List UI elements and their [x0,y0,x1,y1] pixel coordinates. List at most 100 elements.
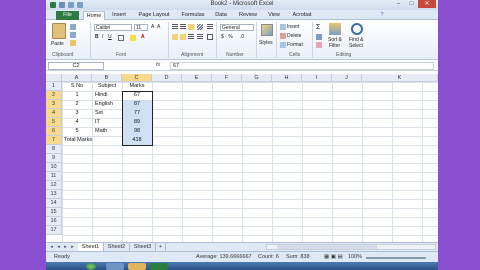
borders-icon[interactable] [118,35,124,41]
taskbar-excel-icon[interactable] [150,263,168,270]
tab-acrobat[interactable]: Acrobat [288,11,316,20]
wrap-text-icon[interactable] [207,24,213,30]
table-cell[interactable]: 98 [122,127,152,136]
table-cell[interactable]: 67 [122,91,152,100]
column-header[interactable]: F [212,74,242,82]
insert-label[interactable]: Insert [287,24,300,30]
view-buttons-icon[interactable]: ▦ ▣ ▤ [324,254,343,260]
column-header[interactable]: J [332,74,362,82]
taskbar-app-icon[interactable] [128,263,146,270]
last-sheet-icon[interactable]: ▸ [69,244,76,250]
table-cell[interactable]: IT [95,118,122,127]
column-header[interactable]: B [92,74,122,82]
cell-b1[interactable]: Subject [92,82,122,91]
styles-icon[interactable] [261,24,273,36]
sheet-tab[interactable]: Sheet3 [130,243,156,251]
table-cell[interactable]: 87 [122,100,152,109]
row-header[interactable]: 5 [46,118,62,127]
cell-c1[interactable]: Marks [122,82,152,91]
zoom-level[interactable]: 100% [348,254,362,260]
clear-icon[interactable] [316,42,322,48]
currency-icon[interactable]: $ · % [221,34,233,40]
tab-view[interactable]: View [264,11,284,20]
row-header[interactable]: 1 [46,82,62,91]
find-select-icon[interactable] [351,23,363,35]
first-sheet-icon[interactable]: ◂ [48,244,55,250]
font-size-combo[interactable]: 11 [134,24,148,31]
cell-a1[interactable]: S No [62,82,92,91]
tab-file[interactable]: File [56,11,79,20]
table-cell[interactable]: 1 [62,91,92,100]
autosum-icon[interactable]: Σ [316,24,320,31]
align-bottom-icon[interactable] [188,24,194,30]
fx-icon[interactable]: fx [156,62,160,68]
orientation-icon[interactable] [197,24,203,30]
column-header[interactable]: E [182,74,212,82]
row-header[interactable]: 17 [46,226,62,235]
align-middle-icon[interactable] [180,24,186,30]
column-header[interactable]: I [302,74,332,82]
find-select-label-2[interactable]: Select [349,43,363,49]
paste-icon[interactable] [52,23,66,39]
delete-label[interactable]: Delete [287,33,301,39]
tab-formulas[interactable]: Formulas [178,11,208,20]
fill-color-icon[interactable] [130,35,136,41]
row-header[interactable]: 2 [46,91,62,100]
total-value-cell[interactable]: 418 [122,136,152,145]
next-sheet-icon[interactable]: ▸ [62,244,69,250]
row-header[interactable]: 7 [46,136,62,145]
table-cell[interactable]: Hindi [95,91,122,100]
close-button[interactable]: ✕ [418,0,436,8]
maximize-button[interactable]: □ [405,0,418,8]
tab-data[interactable]: Data [211,11,231,20]
tab-page-layout[interactable]: Page Layout [134,11,174,20]
insert-sheet-icon[interactable]: + [156,243,166,251]
grow-font-icon[interactable]: A [151,24,154,30]
formula-input[interactable]: 67 [170,62,434,70]
prev-sheet-icon[interactable]: ◂ [55,244,62,250]
merge-center-icon[interactable] [207,34,213,40]
paste-label[interactable]: Paste [51,41,64,47]
italic-icon[interactable]: I [102,34,103,40]
align-left-icon[interactable] [172,34,178,40]
delete-cells-icon[interactable] [280,33,286,39]
row-header[interactable]: 13 [46,190,62,199]
table-cell[interactable]: 89 [122,118,152,127]
help-icon[interactable]: ? [378,11,386,20]
table-cell[interactable]: 2 [62,100,92,109]
tab-review[interactable]: Review [235,11,261,20]
tab-insert[interactable]: Insert [108,11,130,20]
fill-icon[interactable] [316,34,322,40]
row-header[interactable]: 6 [46,127,62,136]
minimize-button[interactable]: – [392,0,405,8]
decimal-icon[interactable]: .0 [240,34,244,40]
name-box[interactable]: C2 [48,62,104,70]
bold-icon[interactable]: B [95,34,99,40]
sort-filter-label-2[interactable]: Filter [329,43,340,49]
row-header[interactable]: 12 [46,181,62,190]
taskbar-app-icon[interactable] [106,263,124,270]
styles-label[interactable]: Styles [259,40,273,46]
font-name-combo[interactable]: Calibri [94,24,132,31]
format-painter-icon[interactable] [70,40,76,46]
table-cell[interactable]: Sst [95,109,122,118]
row-header[interactable]: 4 [46,109,62,118]
indent-icon[interactable] [197,34,203,40]
column-header[interactable]: A [62,74,92,82]
column-header[interactable]: D [152,74,182,82]
format-cells-icon[interactable] [280,42,286,48]
sheet-tab[interactable]: Sheet2 [104,243,130,251]
total-label-cell[interactable]: Total Marks [64,136,122,145]
start-button-icon[interactable] [86,263,96,270]
column-header[interactable]: C [122,74,152,82]
table-cell[interactable]: Math [95,127,122,136]
horizontal-scrollbar[interactable] [266,244,436,250]
select-all-corner[interactable] [46,74,62,82]
table-cell[interactable]: 77 [122,109,152,118]
table-cell[interactable]: 3 [62,109,92,118]
row-header[interactable]: 16 [46,217,62,226]
scrollbar-thumb[interactable] [277,245,377,249]
row-header[interactable]: 3 [46,100,62,109]
row-header[interactable]: 10 [46,163,62,172]
shrink-font-icon[interactable]: A [157,24,160,30]
